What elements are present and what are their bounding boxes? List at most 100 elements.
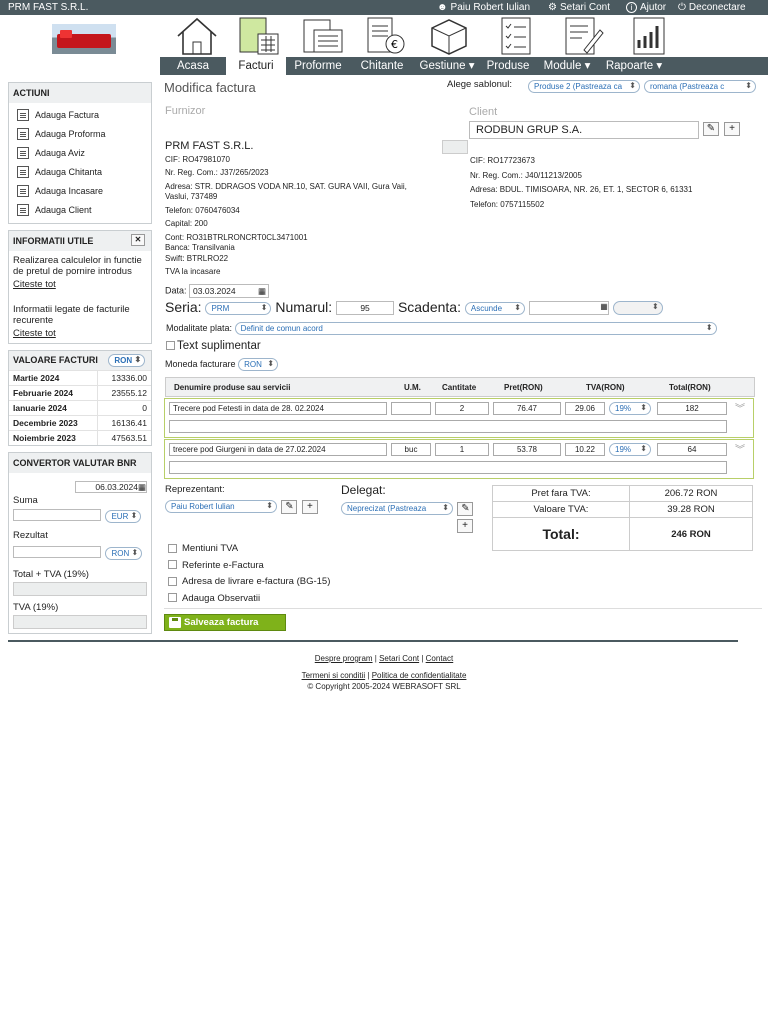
calendar-icon[interactable]: ▦ <box>258 285 268 297</box>
product-qty-input[interactable]: 1 <box>435 443 489 456</box>
product-name-input[interactable]: Trecere pod Fetesti in data de 28. 02.20… <box>169 402 387 415</box>
sidebar-item-add-invoice[interactable]: Adauga Factura <box>9 105 151 124</box>
currency-select[interactable]: RON <box>238 358 279 371</box>
company-name: PRM FAST S.R.L. <box>8 2 89 13</box>
invoice-calc-icon[interactable] <box>236 16 282 56</box>
tab-produse[interactable]: Produse <box>480 57 536 75</box>
currency-label: Moneda facturare <box>165 358 236 369</box>
series-select[interactable]: PRM <box>205 301 272 315</box>
user-menu[interactable]: ☻ Paiu Robert Iulian <box>437 2 530 13</box>
template-select-1[interactable]: Produse 2 (Pastreaza ca <box>528 80 640 93</box>
settings-link[interactable]: ⚙ Setari Cont <box>548 2 610 13</box>
checkbox[interactable] <box>168 576 177 586</box>
converter-title: CONVERTOR VALUTAR BNR <box>9 453 151 473</box>
payment-select[interactable]: Definit de comun acord <box>234 322 717 335</box>
due-select[interactable]: Ascunde <box>464 301 525 315</box>
read-more-link-1[interactable]: Citeste tot <box>9 279 151 294</box>
help-link[interactable]: i Ajutor <box>626 2 666 13</box>
reports-chart-icon[interactable] <box>628 16 674 56</box>
sidebar-item-add-receipt[interactable]: Adauga Chitanta <box>9 162 151 181</box>
sum-currency-select[interactable]: EUR <box>105 510 142 524</box>
tab-proforme[interactable]: Proforme <box>286 57 350 75</box>
product-qty-input[interactable]: 2 <box>435 402 489 415</box>
add-rep-icon[interactable]: + <box>301 499 318 514</box>
contact-link[interactable]: Contact <box>426 654 454 663</box>
add-delegate-icon[interactable]: + <box>457 519 473 533</box>
calendar-icon[interactable]: ▦ <box>138 482 146 493</box>
add-client-icon[interactable]: + <box>724 122 740 136</box>
rep-select[interactable]: Paiu Robert Iulian <box>165 500 277 514</box>
invoice-values-currency-select[interactable]: RON <box>108 354 146 367</box>
tab-chitante[interactable]: Chitante <box>350 57 414 75</box>
products-checklist-icon[interactable] <box>496 16 542 56</box>
privacy-link[interactable]: Politica de confidentialitate <box>372 671 467 680</box>
edit-client-icon[interactable]: ✎ <box>703 122 719 136</box>
date-input[interactable]: 03.03.2024 ▦ <box>189 284 270 298</box>
product-total-input[interactable]: 182 <box>657 402 727 415</box>
tab-rapoarte[interactable]: Rapoarte ▾ <box>598 57 670 75</box>
checkbox[interactable] <box>168 593 177 603</box>
logout-link[interactable]: ⏻ Deconectare <box>678 2 746 13</box>
account-settings-link[interactable]: Setari Cont <box>379 654 419 663</box>
due-days-select[interactable] <box>612 301 663 316</box>
option-efactura-references[interactable]: Referinte e-Factura <box>168 558 330 575</box>
tab-facturi[interactable]: Facturi <box>226 57 286 75</box>
calendar-icon[interactable]: ▦ <box>600 302 608 311</box>
product-price-input[interactable]: 76.47 <box>493 402 561 415</box>
checkbox[interactable] <box>168 543 177 553</box>
extra-text-row[interactable]: Text suplimentar <box>166 340 261 352</box>
product-name-input[interactable]: trecere pod Giurgeni in data de 27.02.20… <box>169 443 387 456</box>
product-rate-select[interactable]: 19% <box>609 443 651 456</box>
sidebar-item-add-payment[interactable]: Adauga Incasare <box>9 181 151 200</box>
template-select-2[interactable]: romana (Pastreaza c <box>644 80 756 93</box>
home-icon[interactable] <box>174 16 220 56</box>
proforma-icon[interactable] <box>300 16 346 56</box>
currency-row: Moneda facturare RON <box>165 358 279 371</box>
product-price-input[interactable]: 53.78 <box>493 443 561 456</box>
tab-gestiune[interactable]: Gestiune ▾ <box>414 57 480 75</box>
tab-acasa[interactable]: Acasa <box>160 57 226 75</box>
due-date-input[interactable]: ▦ <box>528 301 609 316</box>
read-more-link-2[interactable]: Citeste tot <box>9 328 151 343</box>
sidebar-item-add-proforma[interactable]: Adauga Proforma <box>9 124 151 143</box>
delegate-select[interactable]: Neprecizat (Pastreaza <box>341 502 453 516</box>
product-tva-input[interactable]: 29.06 <box>565 402 605 415</box>
product-rate-select[interactable]: 19% <box>609 402 651 415</box>
result-input[interactable] <box>13 546 101 558</box>
product-description-input[interactable] <box>169 461 727 474</box>
product-description-input[interactable] <box>169 420 727 433</box>
option-add-notes[interactable]: Adauga Observatii <box>168 591 330 608</box>
edit-rep-icon[interactable]: ✎ <box>281 499 298 514</box>
sidebar-item-add-aviz[interactable]: Adauga Aviz <box>9 143 151 162</box>
checkbox[interactable] <box>168 560 177 570</box>
stock-box-icon[interactable] <box>426 16 472 56</box>
chevron-down-icon[interactable]: ︾ <box>735 441 745 456</box>
save-invoice-button[interactable]: Salveaza factura <box>164 614 286 631</box>
receipt-icon[interactable]: € <box>362 16 408 56</box>
about-link[interactable]: Despre program <box>315 654 373 663</box>
sum-input[interactable] <box>13 509 101 521</box>
option-delivery-address[interactable]: Adresa de livrare e-factura (BG-15) <box>168 574 330 591</box>
settings-label: Setari Cont <box>559 2 610 13</box>
converter-date-input[interactable]: 06.03.2024 ▦ <box>75 481 147 493</box>
company-logo[interactable] <box>52 24 116 54</box>
extra-text-checkbox[interactable] <box>166 341 175 351</box>
client-name-input[interactable]: RODBUN GRUP S.A. <box>469 121 699 139</box>
sidebar-item-add-client[interactable]: Adauga Client <box>9 200 151 219</box>
product-um-input[interactable]: buc <box>391 443 431 456</box>
gear-icon: ⚙ <box>548 2 557 13</box>
modules-edit-icon[interactable] <box>560 16 606 56</box>
chevron-down-icon[interactable]: ︾ <box>735 400 745 415</box>
tab-module[interactable]: Module ▾ <box>536 57 598 75</box>
product-um-input[interactable] <box>391 402 431 415</box>
number-input[interactable]: 95 <box>336 301 395 316</box>
product-tva-input[interactable]: 10.22 <box>565 443 605 456</box>
option-tva-mentions[interactable]: Mentiuni TVA <box>168 541 330 558</box>
info-icon: i <box>626 2 637 13</box>
result-currency-select[interactable]: RON <box>105 547 143 561</box>
edit-delegate-icon[interactable]: ✎ <box>457 501 474 516</box>
terms-link[interactable]: Termeni si conditii <box>302 671 366 680</box>
close-icon[interactable]: ✕ <box>131 234 145 246</box>
swap-button[interactable] <box>442 140 468 154</box>
product-total-input[interactable]: 64 <box>657 443 727 456</box>
